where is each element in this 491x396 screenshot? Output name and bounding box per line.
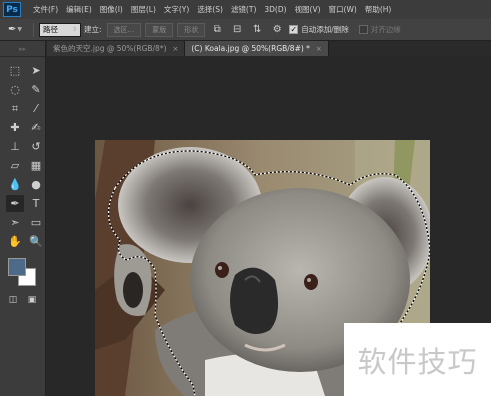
path-alignment-icon[interactable]: ⊟ bbox=[230, 23, 244, 37]
make-label: 建立: bbox=[84, 25, 102, 34]
healing-brush-tool-icon[interactable]: ✚ bbox=[6, 119, 24, 136]
menu-window[interactable]: 窗口(W) bbox=[325, 4, 361, 15]
menu-layer[interactable]: 图层(L) bbox=[127, 4, 160, 15]
menu-help[interactable]: 帮助(H) bbox=[361, 4, 396, 15]
tab-label: 紫色的天空.jpg @ 50%(RGB/8*) bbox=[53, 44, 167, 53]
gradient-tool-icon[interactable]: ▦ bbox=[27, 157, 45, 174]
align-edges-checkbox[interactable] bbox=[358, 25, 368, 34]
lasso-tool-icon[interactable]: ◌ bbox=[6, 81, 24, 98]
pen-tool-icon: ✒ bbox=[7, 24, 17, 35]
menu-edit[interactable]: 编辑(E) bbox=[62, 4, 96, 15]
tab-label: (C) Koala.jpg @ 50%(RGB/8#) * bbox=[191, 44, 310, 53]
menu-image[interactable]: 图像(I) bbox=[96, 4, 127, 15]
document-tabs: 紫色的天空.jpg @ 50%(RGB/8*) × (C) Koala.jpg … bbox=[47, 41, 491, 56]
path-selection-tool-icon[interactable]: ➣ bbox=[6, 214, 24, 231]
type-tool-icon[interactable]: T bbox=[27, 195, 45, 212]
tab-koala[interactable]: (C) Koala.jpg @ 50%(RGB/8#) * × bbox=[185, 41, 329, 56]
tab-purple-sky[interactable]: 紫色的天空.jpg @ 50%(RGB/8*) × bbox=[47, 41, 186, 56]
make-selection-button[interactable]: 选区... bbox=[106, 22, 142, 37]
tool-mode-value: 路径 bbox=[43, 25, 58, 34]
tools-panel: ▸▸ ⬚ ➤ ◌ ✎ ⌗ ⁄ ✚ ✍ ⊥ ↺ ▱ ▦ 💧 ● ✒ T ➣ ▭ ✋… bbox=[0, 41, 46, 396]
zoom-tool-icon[interactable]: 🔍 bbox=[27, 233, 45, 250]
rectangle-tool-icon[interactable]: ▭ bbox=[27, 214, 45, 231]
auto-add-delete-label[interactable]: 自动添加/删除 bbox=[301, 24, 349, 35]
tool-preset-picker[interactable]: ✒ ▼ bbox=[2, 22, 28, 38]
gear-icon[interactable]: ⚙ bbox=[270, 23, 284, 37]
align-edges-label[interactable]: 对齐边缘 bbox=[371, 24, 401, 35]
menu-bar: Ps 文件(F) 编辑(E) 图像(I) 图层(L) 文字(Y) 选择(S) 滤… bbox=[0, 0, 491, 19]
clone-stamp-tool-icon[interactable]: ⊥ bbox=[6, 138, 24, 155]
chevron-updown-icon: ⇕ bbox=[71, 26, 77, 33]
menu-view[interactable]: 视图(V) bbox=[291, 4, 325, 15]
menu-3d[interactable]: 3D(D) bbox=[260, 5, 290, 14]
move-tool-icon[interactable]: ➤ bbox=[27, 62, 45, 79]
panel-grip[interactable]: ▸▸ bbox=[0, 41, 45, 57]
marquee-tool-icon[interactable]: ⬚ bbox=[6, 62, 24, 79]
eyedropper-tool-icon[interactable]: ⁄ bbox=[27, 100, 45, 117]
dodge-tool-icon[interactable]: ● bbox=[27, 176, 45, 193]
blur-tool-icon[interactable]: 💧 bbox=[6, 176, 24, 193]
mode-buttons: ◫ ▣ bbox=[0, 290, 45, 306]
screen-mode-icon[interactable]: ▣ bbox=[25, 294, 39, 306]
crop-tool-icon[interactable]: ⌗ bbox=[6, 100, 24, 117]
auto-add-delete-checkbox[interactable]: ✓ bbox=[289, 25, 299, 34]
brush-tool-icon[interactable]: ✍ bbox=[27, 119, 45, 136]
close-icon[interactable]: × bbox=[173, 45, 179, 53]
menu-type[interactable]: 文字(Y) bbox=[160, 4, 193, 15]
foreground-color-swatch[interactable] bbox=[8, 258, 26, 276]
close-icon[interactable]: × bbox=[316, 45, 322, 53]
options-bar: ✒ ▼ 路径 ⇕ 建立: 选区... 蒙版 形状 ⧉ ⊟ ⇅ ⚙ ✓ 自动添加/删… bbox=[0, 19, 491, 41]
make-shape-button[interactable]: 形状 bbox=[177, 22, 206, 37]
watermark: 软件技巧 bbox=[344, 323, 491, 396]
quick-mask-icon[interactable]: ◫ bbox=[6, 294, 20, 306]
quick-selection-tool-icon[interactable]: ✎ bbox=[27, 81, 45, 98]
pen-tool-icon[interactable]: ✒ bbox=[6, 195, 24, 212]
hand-tool-icon[interactable]: ✋ bbox=[6, 233, 24, 250]
watermark-text: 软件技巧 bbox=[357, 344, 478, 379]
make-mask-button[interactable]: 蒙版 bbox=[145, 22, 174, 37]
color-swatches bbox=[6, 256, 46, 290]
menu-filter[interactable]: 滤镜(T) bbox=[227, 4, 260, 15]
eraser-tool-icon[interactable]: ▱ bbox=[6, 157, 24, 174]
chevron-down-icon: ▼ bbox=[17, 26, 22, 33]
tool-mode-select[interactable]: 路径 ⇕ bbox=[39, 22, 81, 37]
photoshop-logo: Ps bbox=[3, 2, 21, 17]
tool-grid: ⬚ ➤ ◌ ✎ ⌗ ⁄ ✚ ✍ ⊥ ↺ ▱ ▦ 💧 ● ✒ T ➣ ▭ ✋ 🔍 bbox=[0, 57, 45, 250]
divider bbox=[33, 22, 34, 37]
history-brush-tool-icon[interactable]: ↺ bbox=[27, 138, 45, 155]
path-operations-icon[interactable]: ⧉ bbox=[210, 23, 224, 37]
menu-select[interactable]: 选择(S) bbox=[193, 4, 227, 15]
path-arrangement-icon[interactable]: ⇅ bbox=[250, 23, 264, 37]
menu-file[interactable]: 文件(F) bbox=[29, 4, 62, 15]
